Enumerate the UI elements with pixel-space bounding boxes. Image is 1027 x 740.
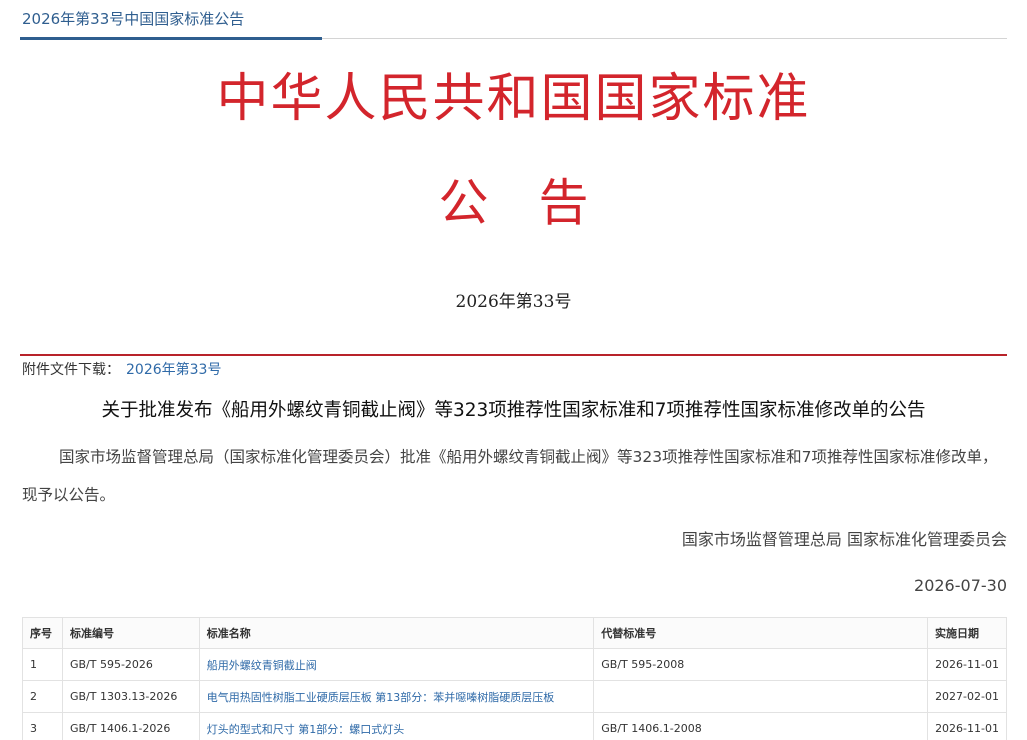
col-header-no: 序号 — [22, 617, 63, 649]
standard-name-link[interactable]: 船用外螺纹青铜截止阀 — [198, 648, 595, 681]
cell-date: 2027-02-01 — [927, 680, 1007, 713]
notice-title: 关于批准发布《船用外螺纹青铜截止阀》等323项推荐性国家标准和7项推荐性国家标准… — [101, 400, 926, 421]
table-row: 2 GB/T 1303.13-2026 电气用热固性树脂工业硬质层压板 第13部… — [22, 680, 1007, 713]
cell-replaces: GB/T 595-2008 — [593, 648, 929, 681]
col-header-date: 实施日期 — [927, 617, 1007, 649]
notice-date: 2026-07-30 — [914, 576, 1007, 595]
table-row: 1 GB/T 595-2026 船用外螺纹青铜截止阀 GB/T 595-2008… — [22, 648, 1007, 681]
attachment-download-link[interactable]: 2026年第33号 — [126, 362, 221, 378]
attachment-row: 附件文件下载： 2026年第33号 — [22, 359, 221, 379]
issue-number: 2026年第33号 — [455, 292, 572, 312]
cell-replaces: GB/T 1406.1-2008 — [593, 712, 929, 740]
col-header-name: 标准名称 — [198, 617, 595, 649]
cell-replaces — [593, 680, 929, 713]
red-divider — [20, 354, 1007, 356]
notice-signer: 国家市场监督管理总局 国家标准化管理委员会 — [681, 530, 1007, 549]
notice-body: 国家市场监督管理总局（国家标准化管理委员会）批准《船用外螺纹青铜截止阀》等323… — [22, 448, 998, 504]
table-header-row: 序号 标准编号 标准名称 代替标准号 实施日期 — [22, 617, 1007, 649]
table-row: 3 GB/T 1406.1-2026 灯头的型式和尺寸 第1部分：螺口式灯头 G… — [22, 712, 1007, 740]
cell-no: 1 — [22, 648, 63, 681]
col-header-replaces: 代替标准号 — [593, 617, 929, 649]
cell-code: GB/T 1303.13-2026 — [61, 680, 200, 713]
standard-name-link[interactable]: 电气用热固性树脂工业硬质层压板 第13部分：苯并噁嗪树脂硬质层压板 — [198, 680, 595, 713]
announcement-subhead: 公告 — [438, 174, 639, 232]
standards-table: 序号 标准编号 标准名称 代替标准号 实施日期 1 GB/T 595-2026 … — [22, 617, 1007, 740]
cell-date: 2026-11-01 — [927, 712, 1007, 740]
cell-no: 2 — [22, 680, 63, 713]
cell-code: GB/T 595-2026 — [61, 648, 200, 681]
cell-code: GB/T 1406.1-2026 — [61, 712, 200, 740]
col-header-code: 标准编号 — [61, 617, 200, 649]
page-title: 2026年第33号中国国家标准公告 — [22, 10, 245, 28]
announcement-headline: 中华人民共和国国家标准 — [216, 69, 811, 129]
cell-no: 3 — [22, 712, 63, 740]
standard-name-link[interactable]: 灯头的型式和尺寸 第1部分：螺口式灯头 — [198, 712, 595, 740]
cell-date: 2026-11-01 — [927, 648, 1007, 681]
attachment-label: 附件文件下载： — [22, 362, 120, 378]
title-underline — [20, 37, 322, 40]
